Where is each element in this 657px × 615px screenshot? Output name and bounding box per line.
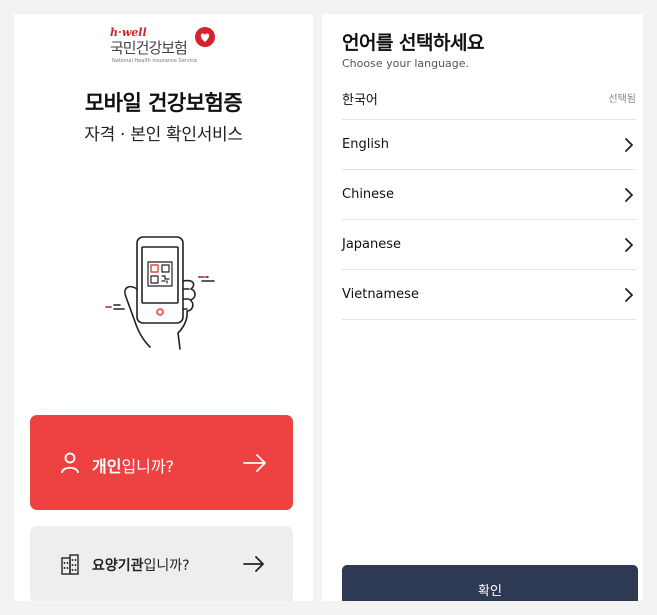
language-item-vietnamese[interactable]: Vietnamese [342, 270, 636, 320]
chevron-right-icon [625, 188, 633, 202]
chevron-right-icon [625, 238, 633, 252]
page-title: 모바일 건강보험증 [84, 91, 243, 115]
language-item-chinese[interactable]: Chinese [342, 170, 636, 220]
heart-logo-icon [195, 27, 215, 47]
confirm-button[interactable]: 확인 [342, 565, 638, 601]
personal-label-bold: 개인 [92, 457, 122, 476]
person-icon [61, 452, 79, 474]
selected-badge: 선택됨 [608, 94, 636, 105]
welcome-panel: h·well 국민건강보험 National Health Insurance … [14, 14, 313, 601]
language-label: 한국어 [342, 93, 378, 108]
facility-label-bold: 요양기관 [92, 558, 144, 574]
facility-button-label: 요양기관입니까? [92, 555, 190, 575]
language-item-korean[interactable]: 한국어 선택됨 [342, 70, 636, 120]
language-panel-title: 언어를 선택하세요 [342, 32, 484, 54]
language-item-japanese[interactable]: Japanese [342, 220, 636, 270]
logo-sub-text: National Health Insurance Service [112, 58, 198, 64]
facility-label-rest: 입니까? [143, 558, 190, 574]
language-item-english[interactable]: English [342, 120, 636, 170]
language-label: Vietnamese [342, 287, 419, 302]
confirm-button-label: 확인 [478, 584, 502, 599]
logo-name-text: 국민건강보험 [110, 39, 188, 57]
arrow-right-icon [243, 556, 264, 572]
chevron-right-icon [625, 138, 633, 152]
personal-label-rest: 입니까? [121, 457, 175, 476]
language-label: Chinese [342, 187, 394, 202]
language-panel-subtitle: Choose your language. [342, 57, 470, 70]
language-list: 한국어 선택됨 English Chinese Japanese Vietnam… [342, 70, 636, 320]
phone-qr-illustration-icon [105, 236, 215, 350]
chevron-right-icon [625, 288, 633, 302]
language-panel: 언어를 선택하세요 Choose your language. 한국어 선택됨 … [322, 14, 643, 601]
arrow-right-icon [243, 454, 266, 472]
nhis-logo: h·well 국민건강보험 National Health Insurance … [110, 26, 220, 78]
page-subtitle: 자격 · 본인 확인서비스 [84, 125, 243, 145]
personal-button-label: 개인입니까? [92, 453, 174, 477]
personal-user-button[interactable]: 개인입니까? [30, 415, 293, 510]
language-label: English [342, 137, 389, 152]
language-label: Japanese [342, 237, 402, 252]
building-icon [61, 554, 79, 575]
care-facility-button[interactable]: 요양기관입니까? [30, 526, 293, 601]
